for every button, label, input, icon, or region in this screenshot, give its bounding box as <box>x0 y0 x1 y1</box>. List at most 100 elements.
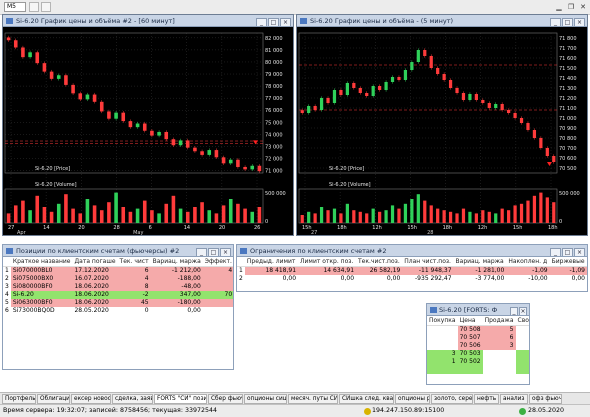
row-number: 1 <box>237 266 245 275</box>
volume-bar <box>410 199 414 223</box>
minimize-app-icon[interactable]: ▁ <box>554 2 564 12</box>
x-tick-label: 20 <box>78 225 84 231</box>
close-app-icon[interactable]: ✕ <box>578 2 588 12</box>
workspace-tab[interactable]: СИшка след. квартал <box>339 394 394 404</box>
positions-title-bar[interactable]: Позиции по клиентским счетам (фьючерсы) … <box>3 245 233 257</box>
limit-value: -1,09 <box>569 267 585 274</box>
orderbook-title-bar[interactable]: Si-6.20 [FORTS: Ф _ × <box>427 304 529 316</box>
volume-bar <box>250 211 255 223</box>
new-chart-icon[interactable] <box>29 2 39 12</box>
maximize-icon[interactable]: □ <box>268 18 279 26</box>
table-row[interactable]: 1 18 418,91 14 634,91 26 582,19 -11 948,37 -1… <box>237 266 587 275</box>
row-number: 3 <box>3 283 11 291</box>
candle-body <box>319 98 324 110</box>
positions-table: Краткое название Дата погаше Тек. чист Вари… <box>3 258 233 315</box>
workspace-tab[interactable]: FORTS "СИ" позици... <box>154 394 207 404</box>
y-tick-label: 74 000 <box>265 132 283 138</box>
workspace-tab[interactable]: ексер новости <box>71 394 111 404</box>
orderbook-row[interactable]: 1 70 502 <box>427 358 529 366</box>
restore-app-icon[interactable]: ❐ <box>566 2 576 12</box>
candle-body <box>332 90 337 103</box>
price-volume-chart-5min[interactable]: 71 800 71 700 71 600 71 500 71 400 71 300 71 2… <box>297 27 587 235</box>
price-volume-chart-60min[interactable]: 82 000 81 000 80 000 79 000 78 000 77 000 76 0… <box>3 27 293 235</box>
volume-bar <box>384 210 388 223</box>
volume-bar <box>481 210 485 223</box>
own-orders <box>516 342 530 350</box>
workspace-tab-bar: ПортфельОблигацииексер новостисделка, за… <box>0 392 590 404</box>
table-row[interactable]: 4Si-6.20 18.06.2020 -2 347,00 70 676 <box>3 291 233 299</box>
column-header: План чист.поз. <box>402 258 454 267</box>
y-tick-label: 70 800 <box>559 136 577 142</box>
candle-body <box>352 83 356 88</box>
effective-price: 0 <box>203 307 233 315</box>
maximize-icon[interactable]: □ <box>562 18 573 26</box>
volume-bar <box>121 207 126 223</box>
volume-bar <box>378 211 382 223</box>
candle-body <box>243 166 247 170</box>
workspace-tab[interactable]: золото, серебро <box>431 394 473 404</box>
workspace-tab[interactable]: Облигации <box>37 394 70 404</box>
column-header: Накоплен. д <box>506 258 550 267</box>
close-icon[interactable]: × <box>574 248 585 256</box>
row-number: 1 <box>3 266 11 275</box>
table-row[interactable]: 2 0,00 0,00 0,00 -935 292,47 -3 774,00 -10,00 0… <box>237 275 587 283</box>
maximize-icon[interactable]: □ <box>208 248 219 256</box>
minimize-icon[interactable]: _ <box>510 307 518 315</box>
table-row[interactable]: 3Si080000BF0 18.06.2020 8 -48,0055 <box>3 283 233 291</box>
orderbook-row[interactable]: 70 508 5 <box>427 325 529 334</box>
workspace-tab[interactable]: сделка, заявки <box>112 394 153 404</box>
y-tick-label: 80 000 <box>265 60 283 66</box>
timeframe-select[interactable]: M5 <box>4 2 26 12</box>
minimize-icon[interactable]: _ <box>196 248 207 256</box>
workspace-tab[interactable]: офз фьючи <box>529 394 562 404</box>
volume-bar <box>507 210 511 223</box>
price-level: 70 502 <box>457 358 483 366</box>
close-icon[interactable]: × <box>574 18 585 26</box>
workspace-tab[interactable]: анализ <box>500 394 528 404</box>
orderbook-row[interactable]: 70 507 6 <box>427 334 529 342</box>
limits-title-bar[interactable]: Ограничения по клиентским счетам #2 _ □ × <box>237 245 587 257</box>
close-icon[interactable]: × <box>220 248 231 256</box>
candle-body <box>397 77 401 80</box>
volume-bar <box>461 208 466 223</box>
workspace-tab[interactable]: Сбер фьючи <box>208 394 243 404</box>
minimize-icon[interactable]: _ <box>256 18 267 26</box>
table-row[interactable]: 2Si075000BX0 16.07.2020 4 -188,00625 <box>3 275 233 283</box>
window-icon <box>6 18 13 24</box>
volume-bar <box>92 205 97 223</box>
volume-tick-label: 500 000 <box>265 191 286 197</box>
volume-bar <box>436 208 440 223</box>
workspace-tab[interactable]: опционы сишка <box>244 394 287 404</box>
workspace-tab[interactable]: Портфель <box>2 394 36 404</box>
minimize-icon[interactable]: _ <box>550 248 561 256</box>
volume-bar <box>150 210 154 223</box>
orderbook-row[interactable] <box>427 366 529 374</box>
orderbook-row[interactable]: 3 70 503 <box>427 350 529 358</box>
ask-volume <box>483 358 516 366</box>
minimize-icon[interactable]: _ <box>550 18 561 26</box>
new-table-icon[interactable] <box>41 2 51 12</box>
y-tick-label: 71 300 <box>559 86 577 92</box>
server-address: 194.247.150.89:15100 <box>372 407 445 414</box>
chart-window-title-bar[interactable]: Si-6.20 График цены и объёма #2 - [60 ми… <box>3 15 293 27</box>
maximize-icon[interactable]: □ <box>562 248 573 256</box>
table-row[interactable]: 1Si070000BL0 17.12.2020 6 -1 212,00 4 913 <box>3 266 233 275</box>
workspace-tab[interactable]: нефть <box>474 394 499 404</box>
table-row[interactable]: 5Si063000BF0 18.06.2020 45 -180,0038 <box>3 299 233 307</box>
instrument-name: Si075000BX0 <box>12 275 54 282</box>
bid-volume <box>427 342 458 350</box>
chart-window-title-bar[interactable]: Si-6.20 График цены и объёма - (5 минут)… <box>297 15 587 27</box>
workspace-tab[interactable]: месяч. путы СИшка <box>288 394 338 404</box>
table-row[interactable]: 6Si73000BQ0D28.05.202000,000 <box>3 307 233 315</box>
workspace-tab[interactable]: опционы ртс <box>395 394 430 404</box>
close-icon[interactable]: × <box>280 18 291 26</box>
y-tick-label: 71 600 <box>559 56 577 62</box>
volume-bar <box>339 213 343 223</box>
close-icon[interactable]: × <box>519 307 527 315</box>
row-number: 6 <box>3 307 11 315</box>
y-tick-label: 82 000 <box>265 36 283 42</box>
volume-bar <box>332 208 337 223</box>
expiry-date: 16.07.2020 <box>74 275 109 282</box>
orderbook-row[interactable]: 70 506 3 <box>427 342 530 350</box>
x-tick-label: 27 <box>8 225 14 231</box>
